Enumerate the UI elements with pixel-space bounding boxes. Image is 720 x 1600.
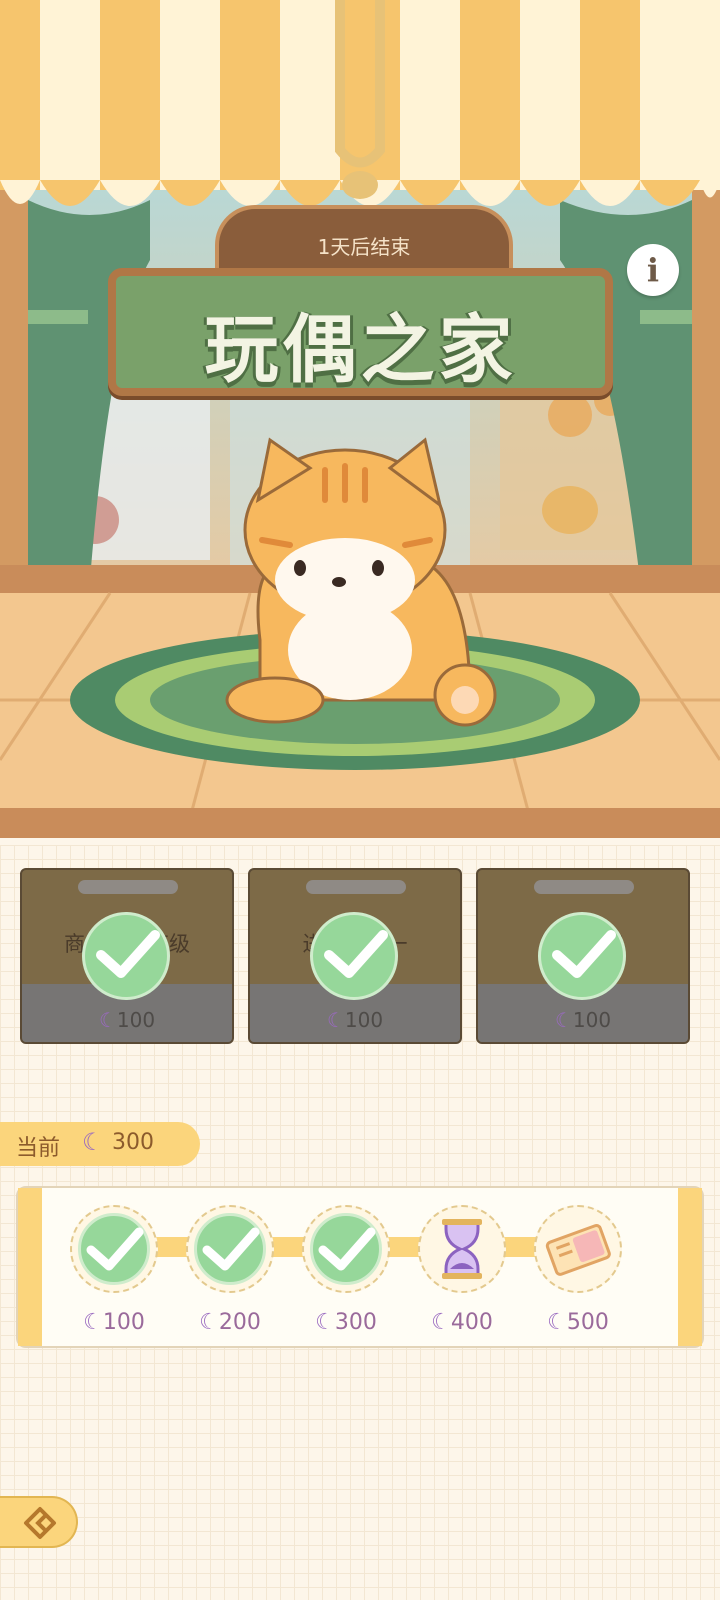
task-header-bar bbox=[306, 880, 406, 894]
shop-scene: 1天后结束 玩偶之家 i bbox=[0, 0, 720, 845]
moon-icon: ☾ bbox=[326, 1008, 345, 1032]
milestone-node-100[interactable] bbox=[70, 1205, 158, 1293]
check-icon bbox=[538, 912, 626, 1000]
check-icon bbox=[194, 1213, 266, 1285]
info-icon: i bbox=[646, 251, 660, 289]
ticket-icon bbox=[545, 1224, 611, 1276]
task-reward-value: 100 bbox=[116, 1008, 156, 1032]
milestone-node-300[interactable] bbox=[302, 1205, 390, 1293]
moon-icon: ☾ bbox=[82, 1128, 104, 1156]
moon-icon: ☾ bbox=[554, 1008, 573, 1032]
scene-background bbox=[0, 0, 720, 838]
task-reward-value: 100 bbox=[572, 1008, 612, 1032]
task-reward-value: 100 bbox=[344, 1008, 384, 1032]
track-edge-left bbox=[18, 1188, 42, 1346]
moon-icon: ☾ bbox=[199, 1310, 219, 1335]
task-reward: ☾100 bbox=[22, 1008, 232, 1032]
countdown-text: 1天后结束 bbox=[317, 235, 411, 259]
current-label: 当前 bbox=[16, 1136, 61, 1161]
task-reward: ☾100 bbox=[250, 1008, 460, 1032]
moon-icon: ☾ bbox=[431, 1310, 451, 1335]
milestone-value: ☾100 bbox=[83, 1310, 145, 1335]
moon-icon: ☾ bbox=[83, 1310, 103, 1335]
countdown-plate: 1天后结束 bbox=[215, 205, 513, 271]
task-reward: ☾100 bbox=[478, 1008, 688, 1032]
check-icon bbox=[78, 1213, 150, 1285]
task-card-2[interactable]: 进行领取一 ☾100 bbox=[248, 868, 462, 1044]
track-edge-right bbox=[678, 1188, 702, 1346]
milestone-node-200[interactable] bbox=[186, 1205, 274, 1293]
current-points-pill: 当前 ☾ 300 bbox=[0, 1122, 200, 1166]
info-button[interactable]: i bbox=[627, 244, 679, 296]
task-header-bar bbox=[78, 880, 178, 894]
event-title: 玩偶之家 bbox=[204, 307, 517, 393]
task-card-3[interactable]: 完成任务 ☾100 bbox=[476, 868, 690, 1044]
hourglass-icon bbox=[442, 1219, 482, 1279]
milestone-value: ☾500 bbox=[547, 1310, 609, 1335]
current-points-value: 300 bbox=[112, 1130, 154, 1155]
milestone-value: ☾200 bbox=[199, 1310, 261, 1335]
event-sign: 玩偶之家 bbox=[108, 268, 613, 396]
back-button[interactable] bbox=[0, 1496, 78, 1548]
milestone-value: ☾400 bbox=[431, 1310, 493, 1335]
back-arrow-icon bbox=[24, 1507, 56, 1539]
check-icon bbox=[310, 1213, 382, 1285]
check-icon bbox=[310, 912, 398, 1000]
check-icon bbox=[82, 912, 170, 1000]
moon-icon: ☾ bbox=[547, 1310, 567, 1335]
moon-icon: ☾ bbox=[315, 1310, 335, 1335]
moon-icon: ☾ bbox=[98, 1008, 117, 1032]
task-card-1[interactable]: 商店购买高级 ☾100 bbox=[20, 868, 234, 1044]
milestone-node-500[interactable] bbox=[534, 1205, 622, 1293]
task-header-bar bbox=[534, 880, 634, 894]
milestone-node-400[interactable] bbox=[418, 1205, 506, 1293]
milestone-value: ☾300 bbox=[315, 1310, 377, 1335]
